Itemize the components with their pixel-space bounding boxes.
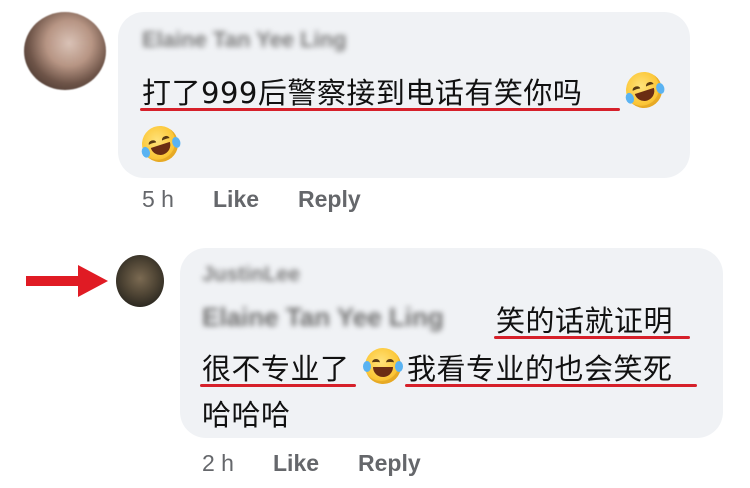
red-underline xyxy=(494,336,690,339)
like-button[interactable]: Like xyxy=(213,186,259,213)
red-underline xyxy=(140,108,620,111)
comment-author-name[interactable]: Elaine Tan Yee Ling xyxy=(142,27,347,53)
like-button[interactable]: Like xyxy=(273,450,319,477)
reply-text-line1: 笑的话就证明 xyxy=(496,304,674,338)
reply-text-line3: 哈哈哈 xyxy=(202,398,291,432)
red-underline xyxy=(200,384,356,387)
reply-avatar[interactable] xyxy=(116,255,164,307)
commenter-avatar[interactable] xyxy=(24,12,106,90)
tears-of-joy-emoji-icon xyxy=(363,348,403,384)
reply-button[interactable]: Reply xyxy=(298,186,361,213)
reply-button[interactable]: Reply xyxy=(358,450,421,477)
mention-tag[interactable]: Elaine Tan Yee Ling xyxy=(202,302,444,333)
reply-author-name[interactable]: JustinLee xyxy=(202,263,300,287)
reply-timestamp[interactable]: 2 h xyxy=(202,450,234,477)
comment-text: 打了999后警察接到电话有笑你吗 xyxy=(142,76,583,110)
comment-timestamp[interactable]: 5 h xyxy=(142,186,174,213)
reply-text-line2b: 我看专业的也会笑死 xyxy=(407,352,673,386)
reply-text-line2a: 很不专业了 xyxy=(202,352,350,386)
red-underline xyxy=(405,384,697,387)
red-arrow-icon xyxy=(26,265,108,297)
